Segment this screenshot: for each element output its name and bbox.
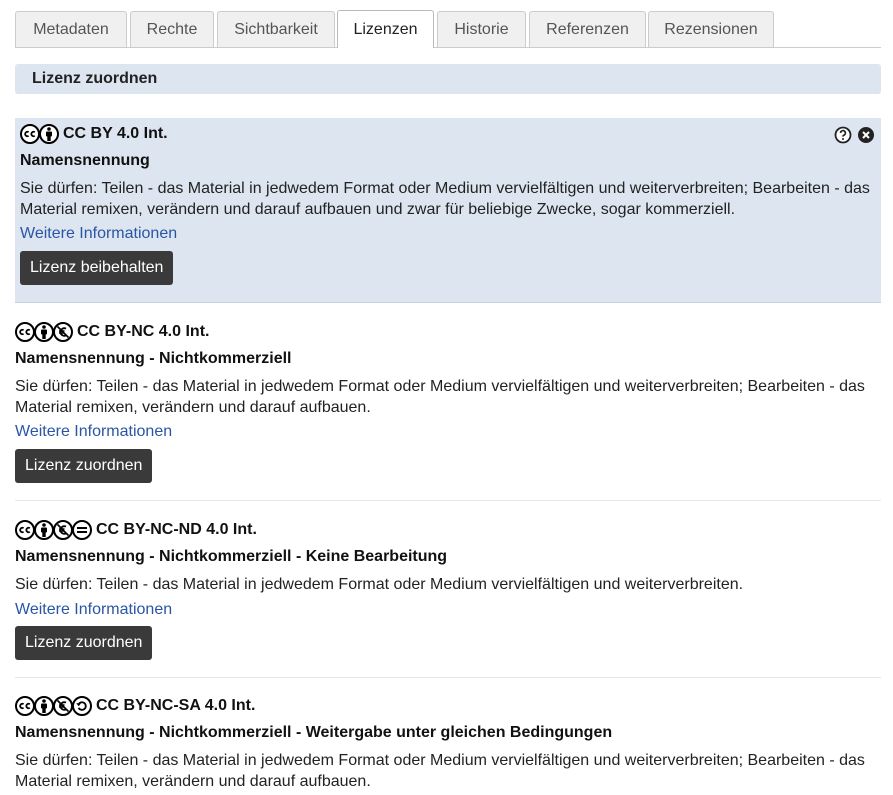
license-code: CC BY-NC 4.0 Int. (77, 323, 210, 340)
cc-icon (20, 124, 40, 144)
nc-icon (53, 322, 73, 342)
close-icon[interactable] (857, 126, 875, 144)
nd-icon (72, 520, 92, 540)
cc-icon (15, 520, 35, 540)
license-cc-by-nc-nd: CC BY-NC-ND 4.0 Int. Namensnennung - Nic… (15, 518, 881, 678)
license-header: CC BY-NC-ND 4.0 Int. (15, 518, 257, 542)
by-icon (34, 696, 54, 716)
keep-license-button[interactable]: Lizenz beibehalten (20, 251, 174, 285)
more-info-link[interactable]: Weitere Informationen (15, 601, 172, 619)
license-title: Namensnennung (20, 152, 150, 169)
nc-icon (53, 520, 73, 540)
sa-icon (72, 696, 92, 716)
license-cc-by-nc: CC BY-NC 4.0 Int. Namensnennung - Nichtk… (15, 320, 881, 501)
by-icon (39, 124, 59, 144)
license-header: CC BY-NC-SA 4.0 Int. (15, 694, 255, 718)
license-description: Sie dürfen: Teilen - das Material in jed… (20, 180, 870, 218)
license-header: CC BY-NC 4.0 Int. (15, 320, 209, 344)
license-icons (15, 520, 92, 540)
by-icon (34, 520, 54, 540)
by-icon (34, 322, 54, 342)
tab-bar: Metadaten Rechte Sichtbarkeit Lizenzen H… (15, 10, 881, 48)
cc-icon (15, 322, 35, 342)
tab-referenzen[interactable]: Referenzen (529, 11, 646, 47)
cc-icon (15, 696, 35, 716)
license-title: Namensnennung - Nichtkommerziell (15, 350, 292, 367)
license-description: Sie dürfen: Teilen - das Material in jed… (15, 378, 865, 416)
assign-license-button[interactable]: Lizenz zuordnen (15, 449, 153, 483)
license-icons (15, 322, 73, 342)
more-info-link[interactable]: Weitere Informationen (20, 225, 177, 243)
section-header: Lizenz zuordnen (15, 64, 881, 94)
license-icons (20, 124, 59, 144)
license-title: Namensnennung - Nichtkommerziell - Keine… (15, 548, 448, 565)
tab-metadaten[interactable]: Metadaten (15, 11, 127, 47)
license-header: CC BY 4.0 Int. (20, 122, 168, 146)
tab-rechte[interactable]: Rechte (130, 11, 214, 47)
license-description: Sie dürfen: Teilen - das Material in jed… (15, 752, 865, 790)
license-actions (834, 126, 875, 144)
nc-icon (53, 696, 73, 716)
license-icons (15, 696, 92, 716)
tab-lizenzen[interactable]: Lizenzen (337, 10, 434, 48)
license-cc-by: CC BY 4.0 Int. Namensnennung Sie dürfen:… (15, 118, 881, 303)
assign-license-button[interactable]: Lizenz zuordnen (15, 626, 153, 660)
tab-historie[interactable]: Historie (437, 11, 526, 47)
license-title: Namensnennung - Nichtkommerziell - Weite… (15, 724, 613, 741)
section-title: Lizenz zuordnen (32, 70, 158, 87)
license-description: Sie dürfen: Teilen - das Material in jed… (15, 576, 744, 593)
tab-sichtbarkeit[interactable]: Sichtbarkeit (217, 11, 335, 47)
license-code: CC BY-NC-SA 4.0 Int. (96, 697, 256, 714)
help-icon[interactable] (834, 126, 852, 144)
license-code: CC BY 4.0 Int. (63, 125, 168, 142)
more-info-link[interactable]: Weitere Informationen (15, 423, 172, 441)
license-cc-by-nc-sa: CC BY-NC-SA 4.0 Int. Namensnennung - Nic… (15, 694, 881, 795)
tab-rezensionen[interactable]: Rezensionen (648, 11, 774, 47)
license-code: CC BY-NC-ND 4.0 Int. (96, 521, 257, 538)
